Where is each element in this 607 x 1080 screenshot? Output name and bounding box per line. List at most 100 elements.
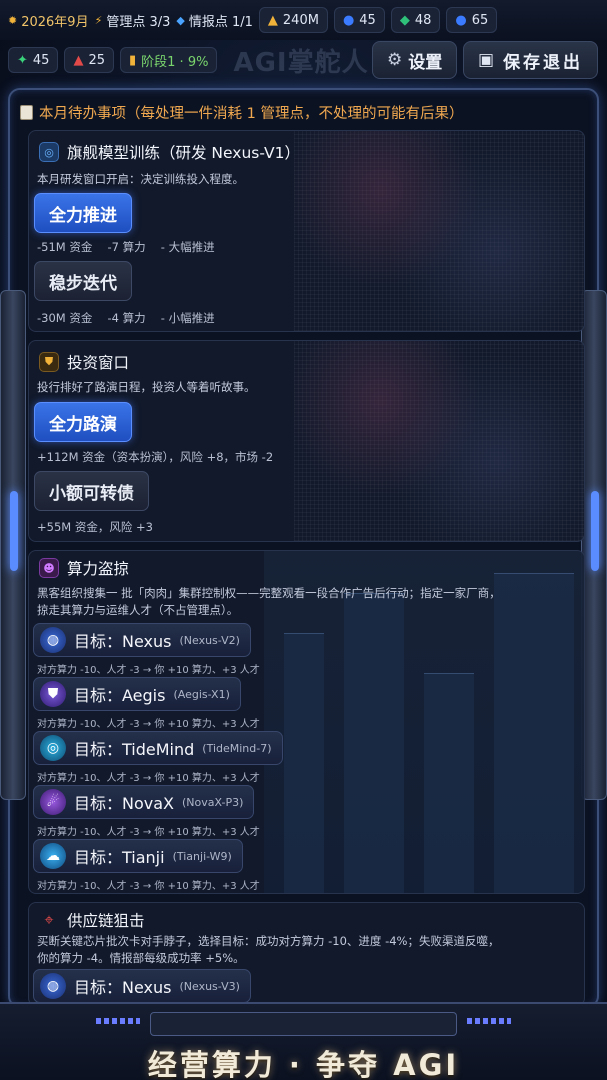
full-push-button[interactable]: 全力推进: [34, 193, 132, 233]
status-bar: ✹ 2026年9月 ⚡ 管理点 3/3 ◆ 情报点 1/1 ▲ 240M ● 4…: [0, 0, 607, 40]
save-icon: ▣: [478, 50, 498, 70]
target-model: (NovaX-P3): [182, 795, 244, 809]
funds-icon: ▲: [267, 12, 278, 28]
target-label: 目标：TideMind: [74, 740, 195, 759]
stat-pill-1: ✦ 45: [8, 47, 59, 73]
novax-logo-icon: ☄: [40, 789, 66, 815]
crosshair-icon: ⌖: [44, 910, 54, 929]
target-model: (Tianji-W9): [172, 849, 232, 863]
target-tianji-button[interactable]: ☁ 目标：Tianji (Tianji-W9): [33, 839, 243, 873]
date-text: 2026年9月: [21, 14, 89, 30]
left-pillar-decoration: [0, 290, 26, 800]
intel-icon: ◆: [176, 13, 185, 27]
stat-pill-2: ▲ 25: [64, 47, 114, 73]
city-background: [264, 551, 584, 893]
target-effect: 对方算力 -10、人才 -3 → 你 +10 算力、+3 人才: [37, 665, 260, 676]
settings-button[interactable]: ⚙ 设置: [372, 41, 458, 79]
card-title: 算力盗掠: [67, 560, 130, 578]
target-novax-button[interactable]: ☄ 目标：NovaX (NovaX-P3): [33, 785, 255, 819]
choice-effect: -51M 资金 -7 算力 - 大幅推进: [37, 240, 215, 254]
target-aegis-button[interactable]: ⛊ 目标：Aegis (Aegis-X1): [33, 677, 241, 711]
event-card-supply-chain: ⌖ 供应链狙击 买断关键芯片批次卡对手脖子，选择目标：成功对方算力 -10、进度…: [28, 902, 585, 1006]
card-title: 供应链狙击: [67, 912, 145, 930]
sparkle-icon: ✦: [17, 52, 28, 68]
compute-value: 45: [359, 12, 376, 28]
card-title: 旗舰模型训练（研发 Nexus-V1）: [67, 144, 301, 162]
save-exit-label: 保存退出: [503, 52, 584, 73]
gem-icon: ◆: [399, 12, 410, 28]
card-desc: 投行排好了路演日程，投资人等着听故事。: [37, 380, 256, 394]
target-model: (Aegis-X1): [173, 687, 230, 701]
card-header: ⛊ 投资窗口: [39, 351, 129, 373]
clipboard-icon: [20, 105, 33, 120]
bottom-banner: 经营算力 · 争夺 AGI: [147, 1048, 460, 1080]
card-desc-line1: 买断关键芯片批次卡对手脖子，选择目标：成功对方算力 -10、进度 -4%；失败渠…: [37, 934, 500, 948]
hacker-icon: ☻: [39, 558, 59, 578]
card-title: 投资窗口: [67, 354, 130, 372]
event-card-flagship-training: ◎ 旗舰模型训练（研发 Nexus-V1） 本月研发窗口开启：决定训练投入程度。…: [28, 130, 585, 332]
target-label: 目标：Nexus: [74, 632, 172, 651]
target-nexus-button[interactable]: ◍ 目标：Nexus (Nexus-V3): [33, 969, 251, 1003]
nexus-logo-icon: ◍: [40, 627, 66, 653]
target-effect: 对方算力 -10、人才 -3 → 你 +10 算力、+3 人才: [37, 719, 260, 730]
todo-notice-text: 本月待办事项（每处理一件消耗 1 管理点，不处理的可能有后果）: [39, 106, 464, 122]
card-header: ☻ 算力盗掠: [39, 557, 129, 579]
choice-effect: -30M 资金 -4 算力 - 小幅推进: [37, 311, 215, 325]
target-tidemind-button[interactable]: ◎ 目标：TideMind (TideMind-7): [33, 731, 283, 765]
event-card-investment: ⛊ 投资窗口 投行排好了路演日程，投资人等着听故事。 全力路演 +112M 资金…: [28, 340, 585, 542]
target-model: (Nexus-V2): [179, 633, 240, 647]
sun-icon: ✹: [8, 13, 18, 27]
settings-label: 设置: [408, 52, 443, 73]
card-desc-line2: 你的算力 -4。情报部每级成功率 +5%。: [37, 951, 245, 965]
target-label: 目标：Nexus: [74, 978, 172, 997]
target-label: 目标：NovaX: [74, 794, 174, 813]
target-model: (TideMind-7): [202, 741, 272, 755]
aegis-logo-icon: ⛊: [40, 681, 66, 707]
talent-pill: ◆ 48: [390, 7, 441, 33]
phase-text: 阶段1 · 9%: [141, 54, 209, 70]
compute-icon: ●: [342, 12, 355, 28]
mgmt-points-stat: ⚡ 管理点 3/3: [95, 11, 171, 30]
phase-pill: ▮ 阶段1 · 9%: [120, 47, 218, 73]
tianji-logo-icon: ☁: [40, 843, 66, 869]
intel-points-stat: ◆ 情报点 1/1: [176, 11, 253, 30]
full-roadshow-button[interactable]: 全力路演: [34, 402, 132, 442]
intel-points-text: 情报点 1/1: [188, 14, 253, 30]
target-label: 目标：Aegis: [74, 686, 166, 705]
data-value: 65: [471, 12, 489, 28]
card-desc: 本月研发窗口开启：决定训练投入程度。: [37, 172, 244, 186]
talent-value: 48: [414, 12, 432, 28]
target-model: (Nexus-V3): [179, 979, 240, 993]
shield-icon: ⛊: [39, 352, 59, 372]
phase-icon: ▮: [129, 52, 137, 68]
game-title: AGI掌舵人: [233, 47, 369, 78]
mgmt-points-text: 管理点 3/3: [106, 14, 171, 30]
choice-effect: +55M 资金，风险 +3: [37, 520, 153, 534]
target-effect: 对方算力 -10、人才 -3 → 你 +10 算力、+3 人才: [37, 773, 260, 784]
world-map-background: [294, 131, 584, 331]
todo-notice: 本月待办事项（每处理一件消耗 1 管理点，不处理的可能有后果）: [20, 102, 463, 123]
stat-value-2: 25: [88, 52, 105, 68]
card-desc-line1: 黑客组织搜集一 批「肉肉」集群控制权——完整观看一段合作广告后行动；指定一家厂商…: [37, 586, 501, 600]
card-desc-line2: 掠走其算力与运维人才（不占管理点）。: [37, 603, 239, 617]
data-pill: ● 65: [446, 7, 498, 33]
funds-value: 240M: [282, 12, 319, 28]
small-convertible-bond-button[interactable]: 小额可转债: [34, 471, 149, 511]
target-effect: 对方算力 -10、人才 -3 → 你 +10 算力、+3 人才: [37, 827, 260, 838]
training-icon: ◎: [39, 142, 59, 162]
choice-effect: +112M 资金（资本扮演），风险 +8，市场 -2: [37, 450, 274, 464]
compute-pill: ● 45: [333, 7, 385, 33]
card-header: ⌖ 供应链狙击: [39, 909, 145, 931]
nexus-logo-icon: ◍: [40, 973, 66, 999]
target-effect: 对方算力 -10、人才 -3 → 你 +10 算力、+3 人才: [37, 881, 260, 892]
card-header: ◎ 旗舰模型训练（研发 Nexus-V1）: [39, 141, 300, 163]
drop-icon: ●: [455, 12, 467, 28]
stat-value-1: 45: [32, 52, 50, 68]
steady-iterate-button[interactable]: 稳步迭代: [34, 261, 132, 301]
save-exit-button[interactable]: ▣ 保存退出: [463, 41, 599, 79]
world-map-background: [294, 341, 584, 541]
date-stat: ✹ 2026年9月: [8, 11, 89, 30]
target-nexus-button[interactable]: ◍ 目标：Nexus (Nexus-V2): [33, 623, 251, 657]
target-label: 目标：Tianji: [74, 848, 165, 867]
warning-icon: ▲: [73, 52, 84, 68]
